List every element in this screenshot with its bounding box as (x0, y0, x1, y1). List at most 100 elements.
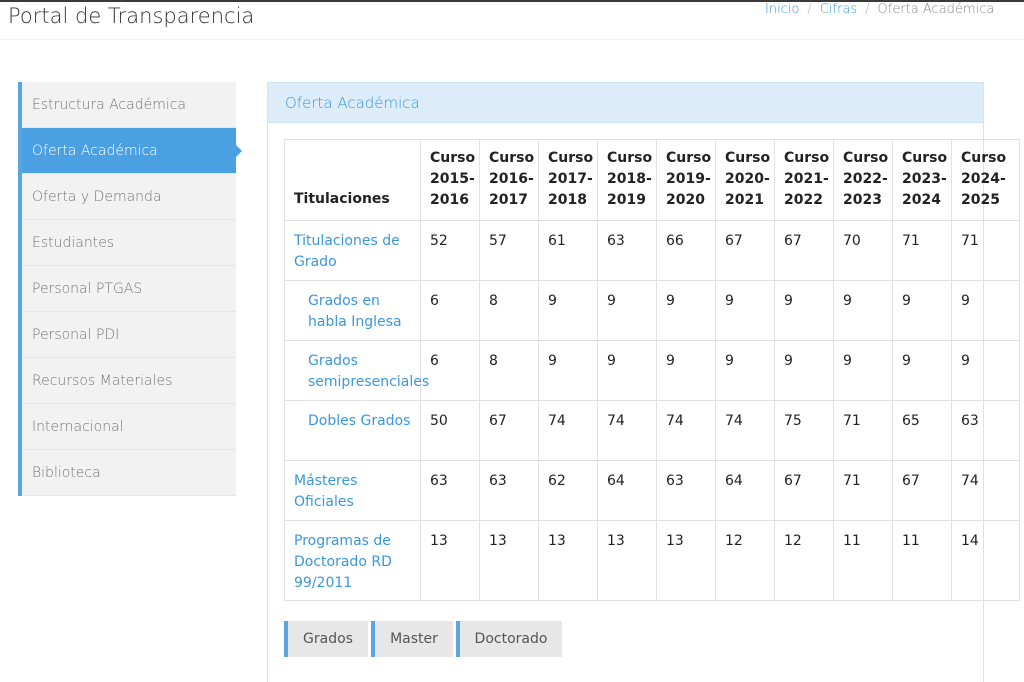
column-header-line: 2016- (489, 171, 534, 187)
panel-title: Oferta Académica (268, 83, 983, 123)
oferta-table: Titulaciones Curso 2015- 2016 Curso 2016- 20… (284, 139, 1020, 601)
row-link-dobles-grados[interactable]: Dobles Grados (284, 400, 421, 461)
column-header: Curso 2021- 2022 (774, 139, 834, 221)
table-cell: 63 (420, 460, 480, 521)
table-cell: 8 (479, 340, 539, 401)
table-cell: 67 (479, 400, 539, 461)
table-cell: 63 (951, 400, 1020, 461)
tab-grados[interactable]: Grados (284, 621, 368, 657)
table-cell: 63 (597, 220, 657, 281)
column-header-line: 2020- (725, 171, 770, 187)
sidebar-item-estudiantes[interactable]: Estudiantes (22, 220, 236, 266)
table-cell: 12 (715, 520, 775, 601)
column-header: Curso 2020- 2021 (715, 139, 775, 221)
column-header-line: 2023- (902, 171, 947, 187)
breadcrumb-cifras-link[interactable]: Cifras (820, 2, 857, 17)
table-cell: 6 (420, 280, 480, 341)
table-cell: 61 (538, 220, 598, 281)
column-header-line: 2017- (548, 171, 593, 187)
column-header: Curso 2018- 2019 (597, 139, 657, 221)
table-cell: 9 (656, 340, 716, 401)
table-cell: 9 (951, 340, 1020, 401)
column-header-line: Curso (548, 150, 594, 166)
table-cell: 71 (951, 220, 1020, 281)
table-cell: 9 (892, 340, 952, 401)
sidebar-nav: Estructura Académica Oferta Académica Of… (18, 82, 242, 496)
table-cell: 67 (715, 220, 775, 281)
table-row: Programas de Doctorado RD 99/2011 13 13 … (284, 520, 1020, 601)
column-header-line: Curso (430, 150, 476, 166)
table-cell: 70 (833, 220, 893, 281)
column-header-line: 2022- (843, 171, 888, 187)
sidebar-item-oferta-academica[interactable]: Oferta Académica (22, 128, 242, 174)
table-cell: 12 (774, 520, 834, 601)
column-header-line: Curso (725, 150, 771, 166)
table-cell: 6 (420, 340, 480, 401)
column-header-line: 2016 (430, 192, 469, 208)
table-cell: 13 (479, 520, 539, 601)
column-header: Curso 2019- 2020 (656, 139, 716, 221)
column-header-line: 2023 (843, 192, 882, 208)
tab-doctorado[interactable]: Doctorado (456, 621, 562, 657)
sidebar-item-recursos-materiales[interactable]: Recursos Materiales (22, 358, 236, 404)
column-header-line: Curso (666, 150, 712, 166)
table-cell: 74 (656, 400, 716, 461)
sidebar-item-personal-ptgas[interactable]: Personal PTGAS (22, 266, 236, 312)
column-header-line: 2015- (430, 171, 475, 187)
column-header-line: 2017 (489, 192, 528, 208)
breadcrumb-separator: / (865, 2, 870, 17)
column-header-line: 2018- (607, 171, 652, 187)
table-cell: 9 (774, 280, 834, 341)
table-cell: 71 (833, 460, 893, 521)
table-row: Grados en habla Inglesa 6 8 9 9 9 9 9 9 … (284, 280, 1020, 341)
sidebar-item-internacional[interactable]: Internacional (22, 404, 236, 450)
table-cell: 9 (597, 340, 657, 401)
row-link-titulaciones-de-grado[interactable]: Titulaciones de Grado (284, 220, 421, 281)
table-cell: 9 (833, 280, 893, 341)
row-link-programas-de-doctorado[interactable]: Programas de Doctorado RD 99/2011 (284, 520, 421, 601)
table-cell: 71 (892, 220, 952, 281)
column-header-line: 2021 (725, 192, 764, 208)
breadcrumb: Inicio / Cifras / Oferta Académica (765, 2, 994, 20)
table-cell: 13 (656, 520, 716, 601)
site-title: Portal de Transparencia (8, 4, 255, 28)
tab-master[interactable]: Master (371, 621, 453, 657)
table-cell: 50 (420, 400, 480, 461)
column-header-line: 2019 (607, 192, 646, 208)
row-link-grados-en-habla-inglesa[interactable]: Grados en habla Inglesa (284, 280, 421, 341)
table-cell: 75 (774, 400, 834, 461)
column-header-line: 2020 (666, 192, 705, 208)
table-cell: 67 (892, 460, 952, 521)
table-cell: 9 (538, 340, 598, 401)
table-cell: 52 (420, 220, 480, 281)
column-header: Curso 2022- 2023 (833, 139, 893, 221)
column-header-titulaciones: Titulaciones (284, 139, 421, 221)
row-link-grados-semipresenciales[interactable]: Grados semipresenciales (284, 340, 429, 401)
table-cell: 8 (479, 280, 539, 341)
column-header: Curso 2016- 2017 (479, 139, 539, 221)
sidebar-item-estructura-academica[interactable]: Estructura Académica (22, 82, 236, 128)
table-row: Titulaciones de Grado 52 57 61 63 66 67 … (284, 220, 1020, 281)
column-header-line: 2025 (961, 192, 1000, 208)
breadcrumb-current: Oferta Académica (877, 2, 995, 17)
breadcrumb-home-link[interactable]: Inicio (765, 2, 799, 17)
column-header-line: 2018 (548, 192, 587, 208)
table-row: Grados semipresenciales 6 8 9 9 9 9 9 9 … (284, 340, 1020, 401)
table-cell: 11 (892, 520, 952, 601)
table-cell: 13 (420, 520, 480, 601)
column-header: Curso 2015- 2016 (420, 139, 480, 221)
sidebar-item-oferta-y-demanda[interactable]: Oferta y Demanda (22, 174, 236, 220)
sidebar-item-biblioteca[interactable]: Biblioteca (22, 450, 236, 496)
column-header-line: Curso (843, 150, 889, 166)
column-header-line: Curso (607, 150, 653, 166)
table-cell: 62 (538, 460, 598, 521)
row-link-masteres-oficiales[interactable]: Másteres Oficiales (284, 460, 421, 521)
column-header-line: 2021- (784, 171, 829, 187)
table-cell: 57 (479, 220, 539, 281)
column-header: Curso 2023- 2024 (892, 139, 952, 221)
column-header: Curso 2017- 2018 (538, 139, 598, 221)
table-cell: 11 (833, 520, 893, 601)
sidebar-item-personal-pdi[interactable]: Personal PDI (22, 312, 236, 358)
column-header-line: Curso (902, 150, 948, 166)
table-cell: 63 (479, 460, 539, 521)
